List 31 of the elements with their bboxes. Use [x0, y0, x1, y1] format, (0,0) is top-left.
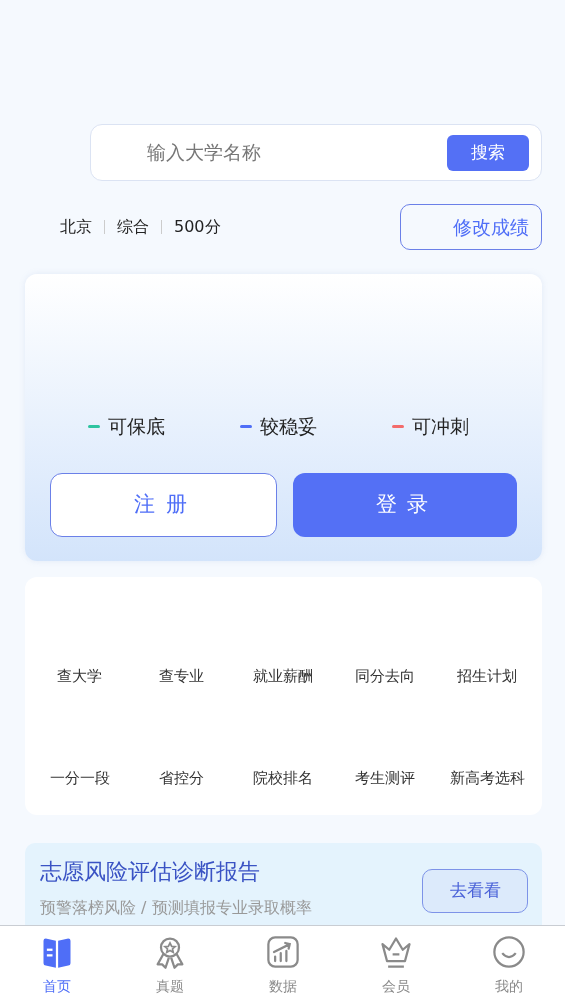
search-button[interactable]: 搜索 [447, 134, 529, 171]
edit-score-button[interactable]: 修改成绩 [400, 204, 542, 250]
tab-item[interactable]: 会员 [339, 926, 452, 1004]
profile-item: 综合 [117, 216, 149, 238]
tool-link[interactable]: 查大学 [29, 665, 131, 687]
tool-link[interactable]: 查专业 [130, 665, 233, 687]
tab-item[interactable]: 真题 [113, 926, 226, 1004]
chart-icon [264, 934, 301, 970]
smile-icon [490, 934, 527, 970]
legend-label: 可冲刺 [412, 414, 470, 439]
register-button[interactable]: 注册 [50, 472, 277, 537]
tool-link[interactable]: 考生测评 [334, 767, 437, 789]
view-button[interactable]: 去看看 [422, 869, 528, 913]
legend-label: 较稳妥 [260, 414, 317, 439]
tool-link[interactable]: 新高考选科 [436, 767, 538, 789]
tool-link[interactable]: 招生计划 [436, 665, 538, 687]
login-button[interactable]: 登录 [292, 472, 517, 537]
tab-item[interactable]: 数据 [226, 926, 339, 1004]
legend-label: 可保底 [107, 414, 165, 439]
search-field[interactable]: 输入大学名称 搜索 [90, 124, 542, 181]
profile-item: 500分 [174, 216, 221, 238]
tool-link[interactable]: 一分一段 [29, 767, 131, 789]
tool-link[interactable]: 就业薪酬 [232, 665, 335, 687]
tool-link[interactable]: 省控分 [130, 767, 233, 789]
tool-link[interactable]: 院校排名 [232, 767, 335, 789]
tab-item[interactable]: 首页 [0, 926, 113, 1004]
profile-item: 北京 [60, 216, 92, 238]
banner-subtitle: 预警落榜风险 / 预测填报专业录取概率 [40, 897, 312, 919]
banner-title: 志愿风险评估诊断报告 [40, 858, 261, 886]
tool-link[interactable]: 同分去向 [334, 665, 437, 687]
tab-item[interactable]: 我的 [452, 926, 565, 1004]
